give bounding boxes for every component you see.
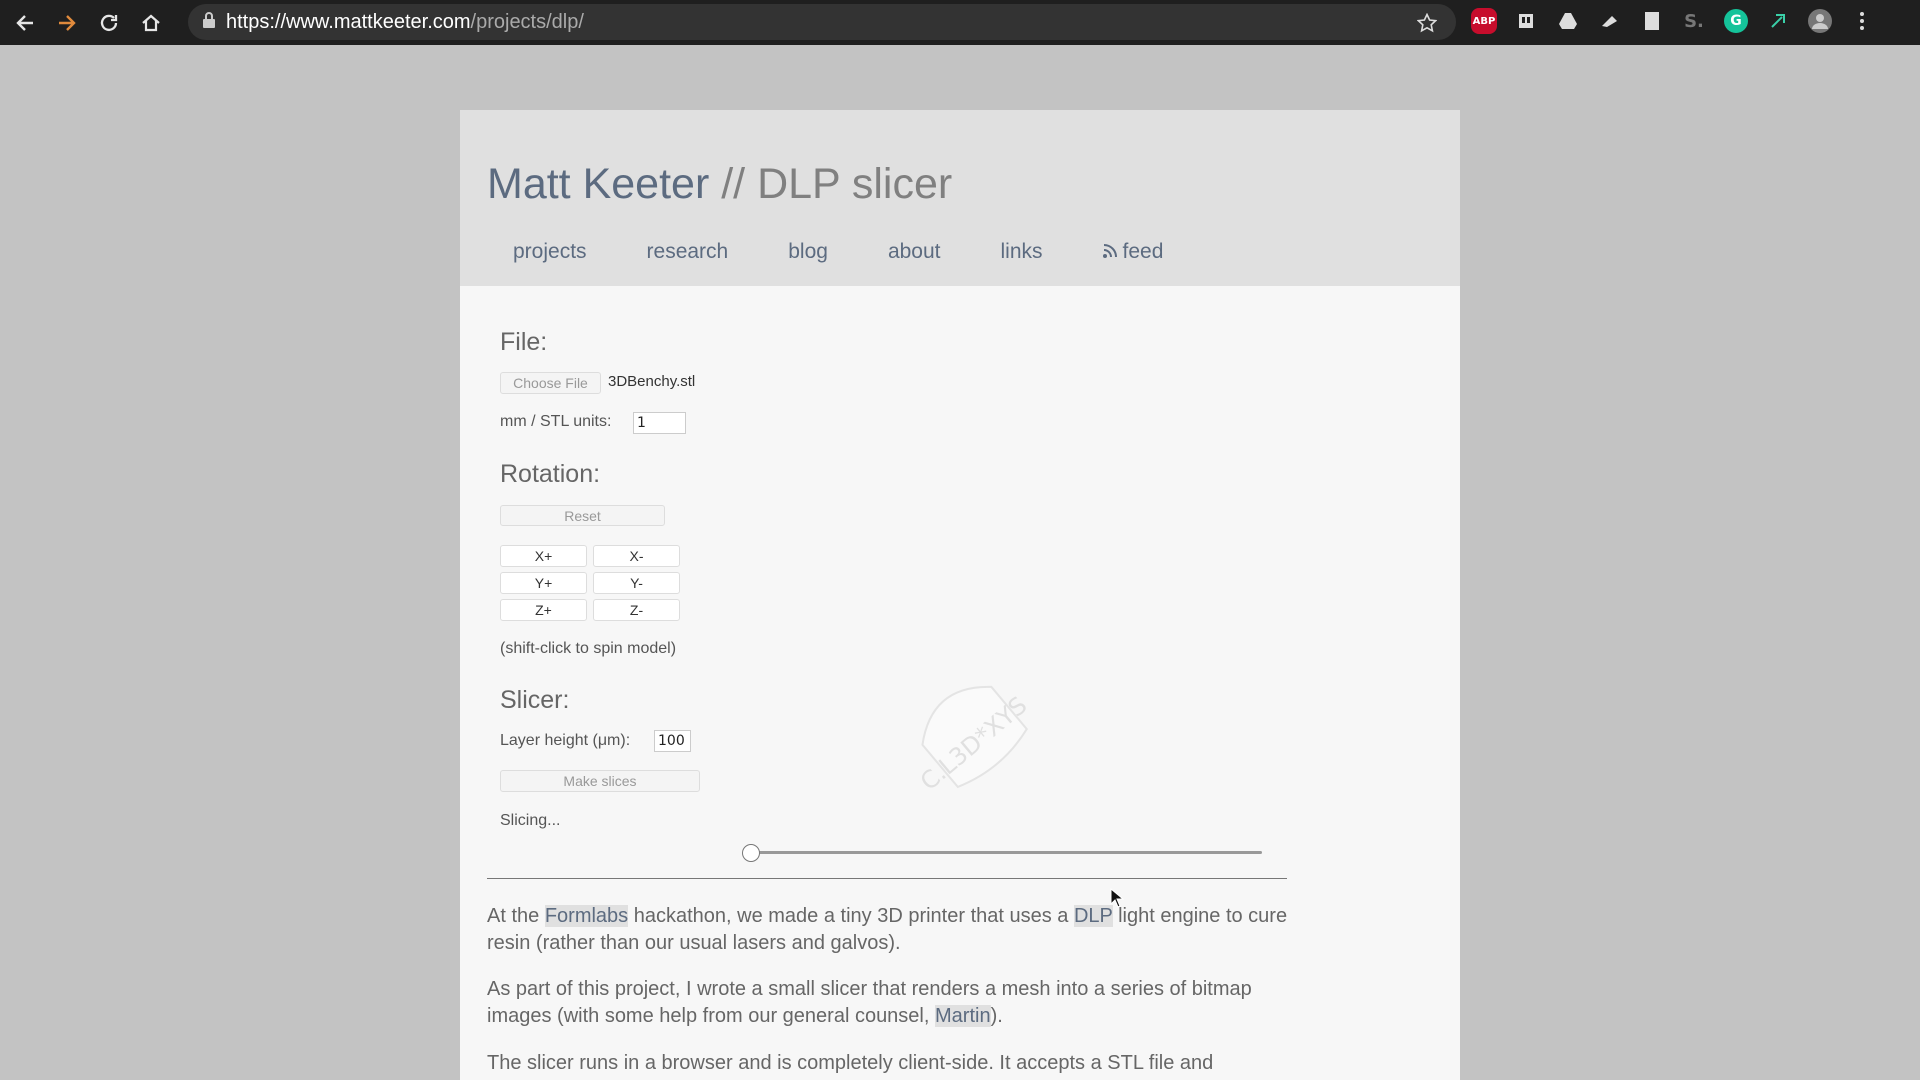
document-icon[interactable]: [1636, 5, 1668, 37]
layer-height-input[interactable]: 100: [654, 730, 691, 752]
puzzle-icon[interactable]: [1762, 5, 1794, 37]
nav-blog[interactable]: blog: [788, 240, 828, 264]
drive-icon[interactable]: [1552, 5, 1584, 37]
reload-icon[interactable]: [92, 6, 126, 40]
slice-slider-handle[interactable]: [742, 844, 760, 862]
model-preview-canvas[interactable]: C.L3D*XYS: [898, 650, 1038, 820]
slicing-status: Slicing...: [500, 812, 561, 829]
ink-icon[interactable]: [1594, 5, 1626, 37]
forward-icon[interactable]: [50, 6, 84, 40]
avatar-icon[interactable]: [1804, 5, 1836, 37]
nav-research[interactable]: research: [647, 240, 729, 264]
back-icon[interactable]: [8, 6, 42, 40]
rotate-y-plus-button[interactable]: Y+: [500, 572, 587, 594]
site-nav: projects research blog about links feed: [513, 240, 1223, 264]
rotate-z-plus-button[interactable]: Z+: [500, 599, 587, 621]
reader-icon[interactable]: [1510, 5, 1542, 37]
adblock-icon[interactable]: ABP: [1468, 5, 1500, 37]
choose-file-button[interactable]: Choose File: [500, 372, 601, 394]
nav-about[interactable]: about: [888, 240, 941, 264]
file-heading: File:: [500, 328, 548, 356]
layer-height-label: Layer height (μm):: [500, 732, 631, 749]
rotate-x-minus-button[interactable]: X-: [593, 545, 680, 567]
menu-icon[interactable]: [1846, 5, 1878, 37]
grammarly-icon[interactable]: G: [1720, 5, 1752, 37]
bookmark-star-icon[interactable]: [1410, 6, 1444, 40]
slicer-paragraph: As part of this project, I wrote a small…: [487, 978, 1252, 1027]
client-side-paragraph: The slicer runs in a browser and is comp…: [487, 1052, 1214, 1074]
rotate-z-minus-button[interactable]: Z-: [593, 599, 680, 621]
page-content: Matt Keeter // DLP slicer projects resea…: [460, 110, 1460, 1080]
make-slices-button[interactable]: Make slices: [500, 770, 700, 792]
address-bar[interactable]: https://www.mattkeeter.com/projects/dlp/: [188, 4, 1456, 40]
slice-slider-track[interactable]: [744, 851, 1262, 854]
units-label: mm / STL units:: [500, 413, 612, 430]
spin-hint: (shift-click to spin model): [500, 640, 677, 657]
rotate-y-minus-button[interactable]: Y-: [593, 572, 680, 594]
dlp-link[interactable]: DLP: [1073, 905, 1113, 927]
site-header: Matt Keeter // DLP slicer projects resea…: [460, 110, 1460, 286]
rss-icon: [1102, 244, 1117, 263]
nav-links[interactable]: links: [1001, 240, 1043, 264]
martin-link[interactable]: Martin: [935, 1005, 991, 1027]
url-text[interactable]: https://www.mattkeeter.com/projects/dlp/: [226, 11, 584, 34]
slicer-heading: Slicer:: [500, 686, 570, 714]
reset-rotation-button[interactable]: Reset: [500, 505, 665, 526]
extension-bar: ABP S. G: [1468, 5, 1878, 37]
units-input[interactable]: 1: [633, 412, 686, 434]
site-name-link[interactable]: Matt Keeter: [487, 160, 709, 208]
nav-projects[interactable]: projects: [513, 240, 587, 264]
home-icon[interactable]: [134, 6, 168, 40]
lock-icon: [202, 12, 226, 32]
section-divider: [487, 878, 1287, 879]
rotate-x-plus-button[interactable]: X+: [500, 545, 587, 567]
s-icon[interactable]: S.: [1678, 5, 1710, 37]
file-name: 3DBenchy.stl: [608, 373, 696, 390]
intro-paragraph: At the Formlabs hackathon, we made a tin…: [487, 905, 1288, 954]
nav-feed[interactable]: feed: [1102, 240, 1163, 264]
browser-toolbar: https://www.mattkeeter.com/projects/dlp/…: [0, 0, 1920, 45]
rotation-heading: Rotation:: [500, 460, 601, 488]
formlabs-link[interactable]: Formlabs: [544, 905, 629, 927]
page-title: Matt Keeter // DLP slicer: [487, 160, 953, 208]
